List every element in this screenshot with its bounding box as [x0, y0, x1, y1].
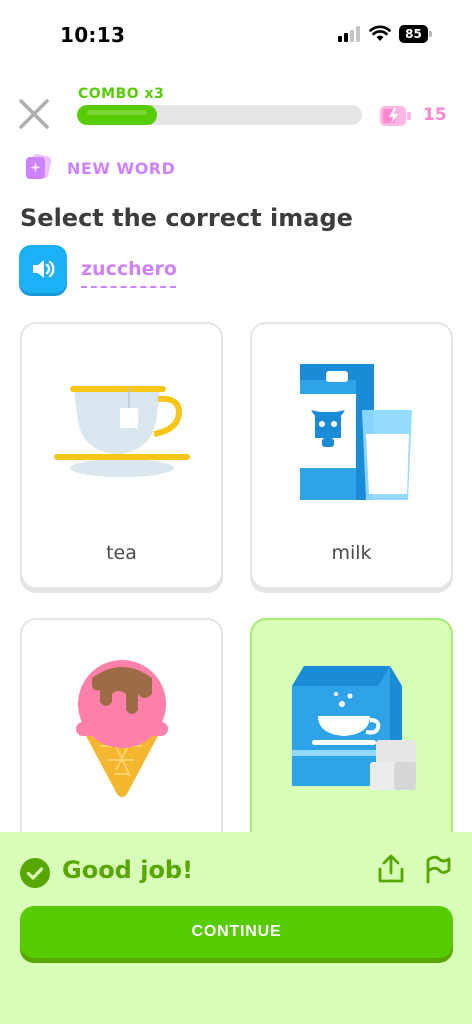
lesson-progress-bar	[77, 105, 362, 125]
check-circle-icon	[20, 858, 50, 888]
new-word-tag: NEW WORD	[67, 159, 176, 178]
option-card-milk[interactable]: milk	[250, 322, 453, 589]
close-icon[interactable]	[16, 96, 52, 132]
speaker-icon	[33, 260, 55, 278]
share-icon[interactable]	[378, 854, 404, 884]
word-hint-underline	[81, 286, 176, 288]
continue-button[interactable]: CONTINUE	[20, 906, 453, 958]
new-word-icon	[26, 154, 52, 179]
prompt-heading: Select the correct image	[20, 204, 353, 232]
battery-level: 85	[399, 25, 428, 43]
report-flag-icon[interactable]	[425, 854, 451, 884]
energy-battery-icon[interactable]	[380, 104, 412, 128]
sugar-bag-icon	[292, 666, 416, 790]
battery-indicator: 85	[399, 25, 432, 43]
teacup-icon	[54, 386, 190, 477]
ice-cream-icon	[76, 660, 168, 797]
progress-fill	[77, 105, 157, 125]
feedback-panel: Good job! CONTINUE	[0, 832, 472, 1024]
play-audio-button[interactable]	[19, 245, 67, 293]
option-card-tea[interactable]: tea	[20, 322, 223, 589]
option-label: tea	[106, 542, 137, 564]
feedback-message: Good job!	[62, 856, 194, 884]
energy-count: 15	[423, 105, 447, 125]
cellular-signal-icon	[338, 26, 360, 42]
combo-label: COMBO x3	[78, 86, 165, 102]
status-time: 10:13	[60, 23, 126, 47]
wifi-icon	[369, 25, 391, 41]
status-bar: 10:13 85	[0, 0, 472, 64]
milk-carton-icon	[300, 364, 412, 500]
target-word[interactable]: zucchero	[81, 258, 177, 280]
option-label: milk	[331, 542, 372, 564]
